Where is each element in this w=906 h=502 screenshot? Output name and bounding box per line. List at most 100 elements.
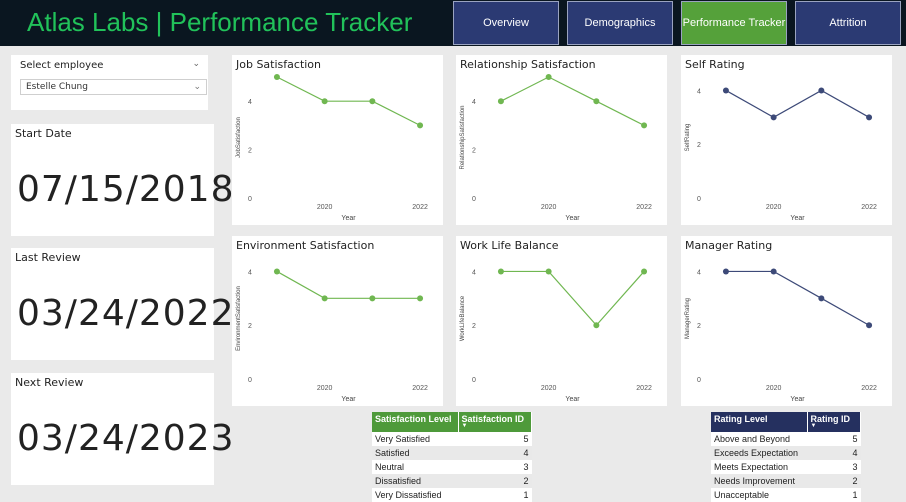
data-point: [770, 114, 777, 121]
next-review-value: 03/24/2023: [17, 418, 235, 459]
sort-desc-icon: ▼: [461, 423, 468, 429]
line-chart-plot: 0 2 4 2020 2022 Year WorkLifeBalance: [460, 268, 652, 403]
job-satisfaction-chart[interactable]: Job Satisfaction 0 2 4 2020 2022 Year JobSatis…: [232, 55, 443, 225]
data-point: [369, 295, 376, 302]
x-tick-label: 2022: [861, 385, 877, 392]
data-point: [417, 295, 424, 302]
self-rating-chart[interactable]: Self Rating 0 2 4 2020 2022 Year SelfRating: [681, 55, 892, 225]
data-point: [641, 122, 648, 129]
y-tick-label: 4: [472, 269, 476, 276]
y-tick-label: 4: [697, 269, 701, 276]
rating-level-table: Rating Level Rating ID ▼ Above and Beyond…: [711, 412, 861, 502]
x-tick-label: 2022: [861, 204, 877, 211]
start-date-label: Start Date: [15, 127, 72, 140]
y-tick-label: 0: [248, 377, 252, 384]
y-tick-label: 2: [472, 148, 476, 155]
table-row: Satisfied 4: [372, 446, 532, 460]
y-axis-label: JobSatisfaction: [236, 117, 242, 158]
employee-dropdown-value: Estelle Chung: [26, 82, 88, 92]
dropdown-chevron-icon: ⌄: [193, 82, 201, 92]
satisfaction-level-table: Satisfaction Level Satisfaction ID ▼ Very…: [372, 412, 532, 502]
table-row: Neutral 3: [372, 460, 532, 474]
x-tick-label: 2020: [766, 204, 782, 211]
data-point: [497, 98, 504, 105]
y-tick-label: 2: [472, 323, 476, 330]
series-line: [500, 76, 645, 126]
line-chart-plot: 0 2 4 2020 2022 Year JobSatisfaction: [236, 74, 428, 222]
data-point: [321, 295, 328, 302]
data-point: [593, 98, 600, 105]
line-chart-plot: 0 2 4 2020 2022 Year EnvironmentSatisfaction: [236, 268, 428, 403]
relationship-satisfaction-chart[interactable]: Relationship Satisfaction 0 2 4 2020 2022 Yea…: [456, 55, 667, 225]
x-tick-label: 2020: [766, 385, 782, 392]
employee-dropdown[interactable]: Estelle Chung ⌄: [20, 79, 207, 95]
x-tick-label: 2022: [412, 204, 428, 211]
work-life-balance-chart[interactable]: Work Life Balance 0 2 4 2020 2022 Year WorkLif…: [456, 236, 667, 406]
y-tick-label: 2: [248, 148, 252, 155]
data-point: [722, 87, 729, 94]
table-row: Dissatisfied 2: [372, 474, 532, 488]
employee-slicer: Select employee ⌄ Estelle Chung ⌄: [11, 55, 208, 110]
line-chart-plot: 0 2 4 2020 2022 Year SelfRating: [685, 87, 877, 222]
start-date-card: Start Date 07/15/2018: [11, 124, 234, 236]
manager-rating-chart[interactable]: Manager Rating 0 2 4 2020 2022 Year ManagerRat…: [681, 236, 892, 406]
sort-desc-icon: ▼: [810, 423, 817, 429]
x-tick-label: 2020: [317, 204, 333, 211]
data-point: [497, 268, 504, 275]
x-tick-label: 2020: [317, 385, 333, 392]
data-point: [818, 87, 825, 94]
series-line: [276, 76, 421, 126]
table-row: Exceeds Expectation 4: [711, 446, 861, 460]
y-tick-label: 0: [472, 196, 476, 203]
rating-level-header[interactable]: Rating Level: [711, 412, 808, 432]
nav-attrition-button[interactable]: Attrition: [795, 1, 901, 45]
x-axis-label: Year: [341, 215, 356, 222]
y-tick-label: 0: [697, 377, 701, 384]
satisfaction-id-header[interactable]: Satisfaction ID ▼: [458, 412, 532, 432]
last-review-card: Last Review 03/24/2022: [11, 248, 234, 360]
x-tick-label: 2020: [541, 385, 557, 392]
satisfaction-level-header[interactable]: Satisfaction Level: [372, 412, 459, 432]
y-tick-label: 4: [472, 99, 476, 106]
data-point: [321, 98, 328, 105]
line-chart-plot: 0 2 4 2020 2022 Year ManagerRating: [685, 268, 877, 403]
y-tick-label: 4: [697, 88, 701, 95]
x-axis-label: Year: [790, 396, 805, 403]
header-bar: Atlas Labs | Performance Tracker Overvie…: [0, 0, 906, 46]
x-tick-label: 2022: [412, 385, 428, 392]
series-line: [725, 89, 870, 119]
data-point: [545, 268, 552, 275]
y-tick-label: 2: [248, 323, 252, 330]
y-axis-label: ManagerRating: [685, 298, 691, 339]
line-chart-plot: 0 2 4 2020 2022 Year RelationshipSatisfaction: [460, 74, 652, 222]
y-tick-label: 0: [248, 196, 252, 203]
y-axis-label: RelationshipSatisfaction: [460, 105, 466, 169]
data-point: [593, 322, 600, 329]
y-tick-label: 4: [248, 269, 252, 276]
table-row: Above and Beyond 5: [711, 432, 861, 446]
data-point: [866, 114, 873, 121]
series-line: [500, 270, 645, 327]
nav-performance-tracker-button[interactable]: Performance Tracker: [681, 1, 787, 45]
x-tick-label: 2022: [636, 385, 652, 392]
last-review-value: 03/24/2022: [17, 293, 235, 334]
next-review-card: Next Review 03/24/2023: [11, 373, 234, 485]
data-point: [818, 295, 825, 302]
rating-id-header[interactable]: Rating ID ▼: [807, 412, 861, 432]
series-line: [276, 270, 421, 299]
chevron-down-icon[interactable]: ⌄: [192, 59, 200, 69]
y-tick-label: 0: [472, 377, 476, 384]
x-tick-label: 2020: [541, 204, 557, 211]
nav-demographics-button[interactable]: Demographics: [567, 1, 673, 45]
slicer-label: Select employee: [20, 60, 104, 71]
last-review-label: Last Review: [15, 251, 81, 264]
x-axis-label: Year: [565, 215, 580, 222]
table-row: Meets Expectation 3: [711, 460, 861, 474]
x-axis-label: Year: [565, 396, 580, 403]
x-axis-label: Year: [341, 396, 356, 403]
y-tick-label: 4: [248, 99, 252, 106]
environment-satisfaction-chart[interactable]: Environment Satisfaction 0 2 4 2020 2022 Year…: [232, 236, 443, 406]
data-point: [369, 98, 376, 105]
data-point: [545, 74, 552, 80]
nav-overview-button[interactable]: Overview: [453, 1, 559, 45]
